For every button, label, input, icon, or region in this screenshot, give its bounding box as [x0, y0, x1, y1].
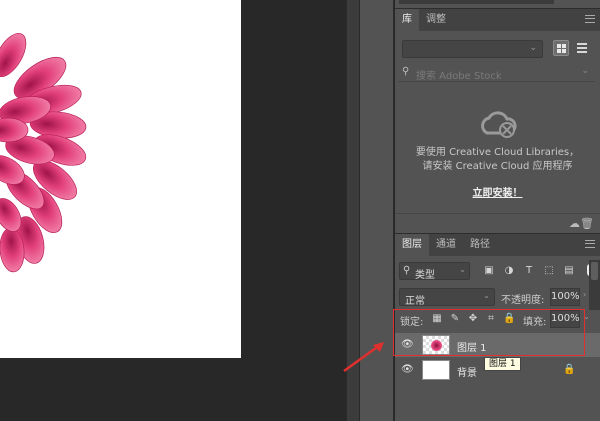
chevron-down-icon[interactable]: ⌄: [581, 66, 589, 76]
search-icon: ⚲: [403, 265, 411, 276]
filter-kind-value: 类型: [415, 270, 435, 281]
creative-cloud-message: 要使用 Creative Cloud Libraries， 请安装 Creati…: [395, 146, 600, 174]
layers-scrollbar-thumb[interactable]: [591, 262, 598, 280]
blend-mode-dropdown[interactable]: 正常 ⌄: [399, 288, 495, 307]
install-now-link[interactable]: 立即安装！: [395, 184, 600, 199]
stock-search-placeholder: 搜索 Adobe Stock: [416, 71, 502, 82]
layer-thumbnail: [422, 360, 450, 380]
chevron-down-icon: ⌄: [459, 265, 466, 274]
message-line-1: 要使用 Creative Cloud Libraries，: [415, 147, 580, 158]
tab-libraries[interactable]: 库: [395, 9, 419, 31]
photoshop-workspace: 库 调整 ⌄ ⚲ 搜索 Adobe Stock ⌄ 要使用 Creative C…: [0, 0, 600, 421]
libraries-footer: ☁ 🗑: [395, 213, 600, 233]
cloud-sync-icon[interactable]: ☁: [569, 217, 580, 230]
layer-tooltip: 图层 1: [484, 357, 521, 371]
tab-layers[interactable]: 图层: [395, 234, 429, 256]
blend-mode-value: 正常: [405, 296, 425, 307]
document-canvas[interactable]: [0, 0, 241, 358]
properties-panel-field: [399, 0, 554, 4]
blend-row: 正常 ⌄ 不透明度: 100% ›: [395, 286, 600, 308]
opacity-input[interactable]: 100%: [550, 288, 580, 306]
adjustment-layer-filter-icon[interactable]: ◑: [503, 265, 515, 277]
layer-filter-row: ⚲ 类型 ⌄ ▣ ◑ T ⬚ ▤: [395, 260, 600, 282]
message-line-2: 请安装 Creative Cloud 应用程序: [422, 161, 573, 172]
chevron-down-icon: ⌄: [529, 43, 537, 53]
trash-icon[interactable]: 🗑: [580, 217, 594, 230]
libraries-panel-menu-icon[interactable]: [585, 15, 595, 23]
tab-paths[interactable]: 路径: [463, 234, 497, 256]
stock-search-input[interactable]: ⚲ 搜索 Adobe Stock ⌄: [398, 64, 595, 82]
filter-kind-dropdown[interactable]: ⚲ 类型 ⌄: [399, 262, 470, 281]
tab-adjustments[interactable]: 调整: [419, 9, 453, 31]
chevron-right-icon[interactable]: ›: [583, 290, 586, 299]
flower-image: [0, 33, 87, 273]
list-view-icon[interactable]: [575, 41, 589, 55]
tab-channels[interactable]: 通道: [429, 234, 463, 256]
search-icon: ⚲: [402, 66, 410, 77]
smart-object-filter-icon[interactable]: ▤: [563, 265, 575, 277]
library-dropdown[interactable]: ⌄: [402, 40, 543, 58]
layers-tabbar: 图层 通道 路径: [395, 234, 600, 256]
pixel-layer-filter-icon[interactable]: ▣: [483, 265, 495, 277]
layers-panel-menu-icon[interactable]: [585, 240, 595, 248]
libraries-panel: 库 调整 ⌄ ⚲ 搜索 Adobe Stock ⌄ 要使用 Creative C…: [395, 8, 600, 233]
annotation-arrow-icon: [343, 342, 384, 373]
visibility-eye-icon[interactable]: 👁: [401, 364, 414, 376]
shape-layer-filter-icon[interactable]: ⬚: [543, 265, 555, 277]
annotation-highlight-box: [393, 309, 585, 356]
grid-view-icon[interactable]: [553, 40, 569, 56]
chevron-down-icon: ⌄: [483, 291, 490, 300]
libraries-tabbar: 库 调整: [395, 9, 600, 31]
canvas-area: [0, 0, 346, 421]
properties-panel-edge: [395, 0, 600, 8]
type-layer-filter-icon[interactable]: T: [523, 265, 535, 277]
opacity-label: 不透明度:: [501, 295, 545, 306]
layer-name[interactable]: 背景: [457, 364, 477, 379]
lock-icon: 🔒: [563, 364, 576, 375]
creative-cloud-offline-icon: [481, 111, 517, 138]
